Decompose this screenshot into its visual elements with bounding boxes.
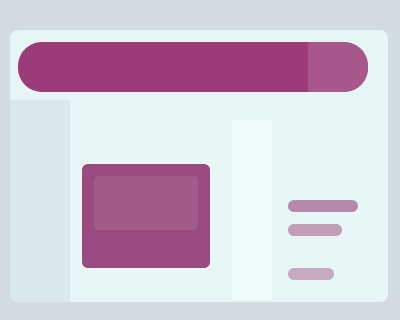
header-bar[interactable] xyxy=(18,42,368,92)
header-action-area[interactable] xyxy=(308,42,368,92)
desktop-background xyxy=(0,0,400,320)
media-card-preview xyxy=(94,176,198,230)
side-list-item[interactable] xyxy=(288,200,358,212)
sidebar xyxy=(10,100,70,302)
side-list-item[interactable] xyxy=(288,268,334,280)
content-divider xyxy=(232,120,272,300)
media-card[interactable] xyxy=(82,164,210,268)
side-list-item[interactable] xyxy=(288,224,342,236)
main-content xyxy=(10,100,388,302)
app-window xyxy=(10,30,388,302)
